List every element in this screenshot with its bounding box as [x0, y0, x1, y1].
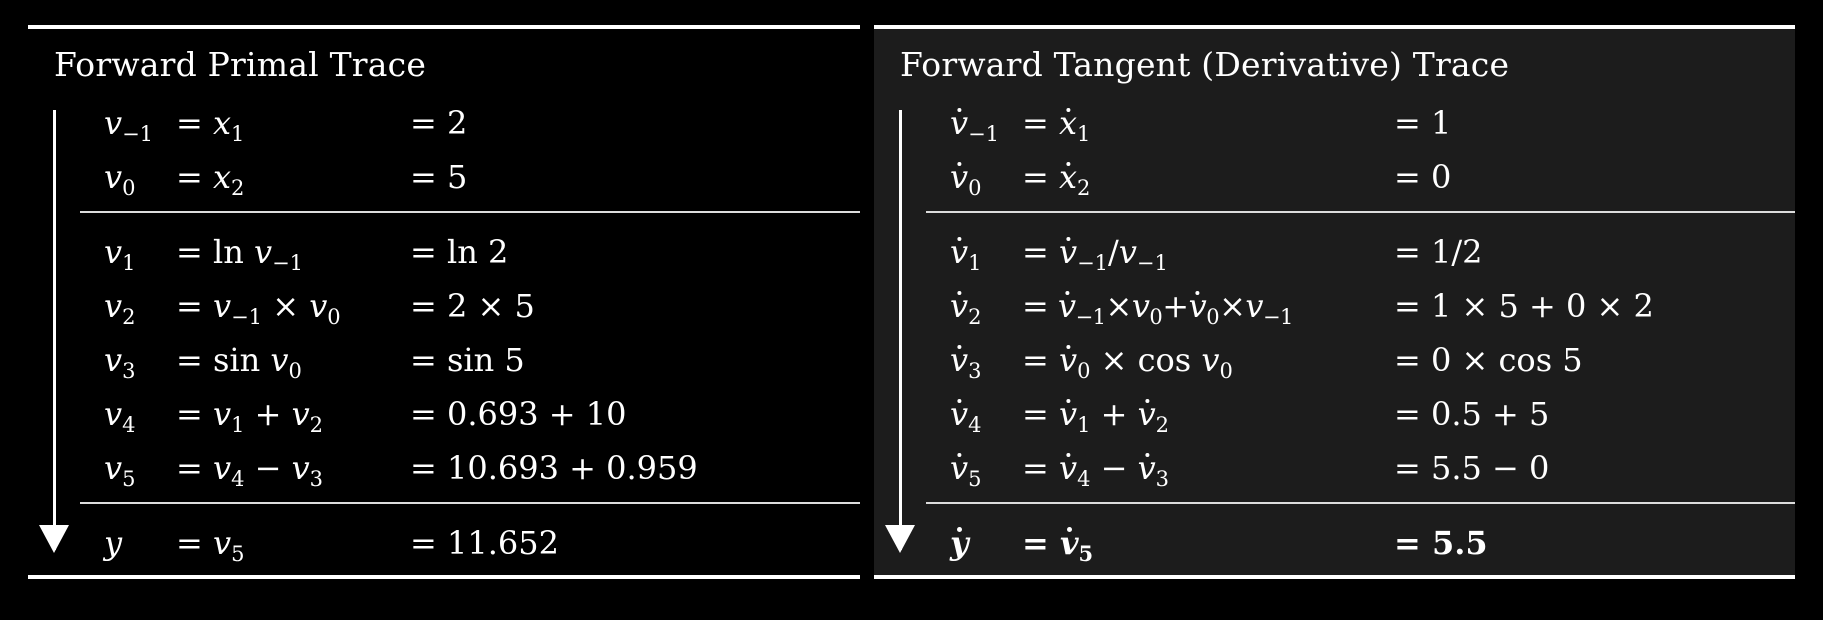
section-rule — [80, 502, 860, 504]
row-expression: = x2 — [1022, 155, 1090, 210]
trace-row: v0 = x2 = 5 — [28, 155, 860, 200]
bottom-rule — [28, 575, 860, 579]
trace-row: v2 = v−1 × v0 = 2 × 5 — [28, 284, 860, 329]
trace-row: v2 = v−1×v0+v0×v−1 = 1 × 5 + 0 × 2 — [874, 284, 1795, 329]
row-expression: = v−1 × v0 — [176, 287, 341, 329]
row-value: = sin 5 — [410, 341, 525, 379]
row-variable: y — [104, 524, 123, 562]
trace-row: v1 = v−1/v−1 = 1/2 — [874, 230, 1795, 275]
row-variable: v−1 — [104, 104, 154, 146]
trace-row-output: y = v5 = 11.652 — [28, 521, 860, 566]
tangent-trace-panel: Forward Tangent (Derivative) Trace v−1 =… — [874, 25, 1795, 579]
row-variable: v4 — [950, 392, 981, 447]
trace-row: v4 = v1 + v2 = 0.693 + 10 — [28, 392, 860, 437]
bottom-rule — [874, 575, 1795, 579]
section-rule — [926, 502, 1795, 504]
row-expression: = x1 — [1022, 101, 1090, 156]
row-variable: v0 — [950, 155, 981, 210]
row-value: = 0 × cos 5 — [1394, 341, 1583, 379]
row-expression: = v5 — [176, 524, 245, 566]
row-value: = 1 — [1394, 104, 1452, 142]
trace-row: v−1 = x1 = 1 — [874, 101, 1795, 146]
row-expression: = x2 — [176, 158, 245, 200]
top-rule — [28, 25, 860, 29]
row-value: = 5 — [410, 158, 468, 196]
panel-title: Forward Primal Trace — [54, 45, 427, 84]
row-value: = 2 × 5 — [410, 287, 535, 325]
trace-row: v5 = v4 − v3 = 10.693 + 0.959 — [28, 446, 860, 491]
trace-row: v3 = sin v0 = sin 5 — [28, 338, 860, 383]
row-variable: v5 — [104, 449, 136, 491]
row-expression: = v−1/v−1 — [1022, 230, 1168, 285]
row-value: = 11.652 — [410, 524, 559, 562]
row-variable: v3 — [950, 338, 981, 393]
row-expression: = ln v−1 — [176, 233, 304, 275]
row-value: = 2 — [410, 104, 468, 142]
row-expression: = v0 × cos v0 — [1022, 338, 1233, 393]
row-expression: = x1 — [176, 104, 245, 146]
section-rule — [926, 211, 1795, 213]
row-value: = 5.5 − 0 — [1394, 449, 1550, 487]
row-expression: = v5 — [1022, 521, 1093, 576]
row-variable: v0 — [104, 158, 136, 200]
trace-row: v3 = v0 × cos v0 = 0 × cos 5 — [874, 338, 1795, 383]
row-expression: = v1 + v2 — [176, 395, 324, 437]
row-variable: v1 — [104, 233, 136, 275]
row-expression: = v1 + v2 — [1022, 392, 1169, 447]
primal-trace-panel: Forward Primal Trace v−1 = x1 = 2 v0 = x… — [28, 25, 860, 579]
row-variable: v5 — [950, 446, 981, 501]
row-value: = ln 2 — [410, 233, 509, 271]
row-value: = 10.693 + 0.959 — [410, 449, 698, 487]
trace-row: v0 = x2 = 0 — [874, 155, 1795, 200]
trace-row-output: y = v5 = 5.5 — [874, 521, 1795, 566]
row-variable: y — [950, 521, 969, 565]
row-expression: = v−1×v0+v0×v−1 — [1022, 284, 1293, 339]
row-variable: v4 — [104, 395, 136, 437]
row-variable: v2 — [950, 284, 981, 339]
row-value: = 1 × 5 + 0 × 2 — [1394, 287, 1654, 325]
row-variable: v3 — [104, 341, 136, 383]
row-value: = 5.5 — [1394, 524, 1488, 562]
row-expression: = v4 − v3 — [1022, 446, 1169, 501]
row-value: = 0 — [1394, 158, 1452, 196]
row-value: = 0.5 + 5 — [1394, 395, 1550, 433]
row-value: = 1/2 — [1394, 233, 1483, 271]
trace-row: v−1 = x1 = 2 — [28, 101, 860, 146]
section-rule — [80, 211, 860, 213]
trace-row: v1 = ln v−1 = ln 2 — [28, 230, 860, 275]
trace-row: v4 = v1 + v2 = 0.5 + 5 — [874, 392, 1795, 437]
row-variable: v2 — [104, 287, 136, 329]
panel-title: Forward Tangent (Derivative) Trace — [900, 45, 1510, 84]
row-variable: v−1 — [950, 101, 999, 156]
row-expression: = v4 − v3 — [176, 449, 324, 491]
row-expression: = sin v0 — [176, 341, 302, 383]
top-rule — [874, 25, 1795, 29]
row-variable: v1 — [950, 230, 981, 285]
trace-row: v5 = v4 − v3 = 5.5 − 0 — [874, 446, 1795, 491]
row-value: = 0.693 + 10 — [410, 395, 627, 433]
